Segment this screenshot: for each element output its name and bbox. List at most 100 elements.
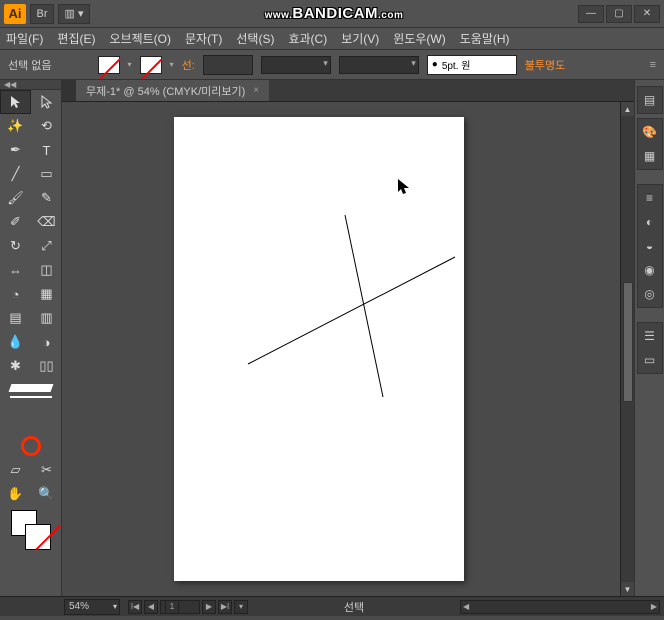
mesh-tool[interactable]: ▤ xyxy=(0,306,31,330)
stroke-preview xyxy=(0,378,61,434)
brush-preset-label: 5pt. 원 xyxy=(442,57,471,72)
tools-panel-grip[interactable]: ◀◀ xyxy=(0,80,61,90)
line-tool[interactable]: ╱ xyxy=(0,162,31,186)
scale-tool[interactable]: ⤢ xyxy=(31,234,62,258)
document-tabs: 무제-1* @ 54% (CMYK/미리보기) × xyxy=(62,80,634,102)
zoom-tool[interactable]: 🔍 xyxy=(31,482,62,506)
menu-text[interactable]: 문자(T) xyxy=(185,30,222,47)
zoom-select[interactable]: 54% xyxy=(64,599,120,615)
status-bar: 54% I◀ ◀ 1 ▶ ▶I ▾ 선택 ◀▶ xyxy=(0,596,664,616)
stroke-weight-input[interactable] xyxy=(203,55,253,75)
selection-status: 선택 없음 xyxy=(8,57,52,73)
watermark-suffix: .com xyxy=(378,10,403,21)
workspace: ◀◀ ✨ ⟲ ✒ T ╱ ▭ 🖌 ✎ ✐ ⌫ ↻ ⤢ ⇔ ◫ ◔ ▦ ▤ ▥ 💧… xyxy=(0,80,664,596)
perspective-grid-tool[interactable]: ▦ xyxy=(31,282,62,306)
canvas[interactable]: ▲ ▼ xyxy=(62,102,634,596)
scroll-down-arrow[interactable]: ▼ xyxy=(621,582,634,596)
artboard-number[interactable]: 1 xyxy=(160,600,200,614)
symbol-sprayer-tool[interactable]: ✱ xyxy=(0,354,31,378)
panel-swatches-icon[interactable]: ▦ xyxy=(641,147,659,165)
menu-select[interactable]: 선택(S) xyxy=(236,30,274,47)
tools-panel: ◀◀ ✨ ⟲ ✒ T ╱ ▭ 🖌 ✎ ✐ ⌫ ↻ ⤢ ⇔ ◫ ◔ ▦ ▤ ▥ 💧… xyxy=(0,80,62,596)
gradient-tool[interactable]: ▥ xyxy=(31,306,62,330)
arrange-documents-button[interactable]: ▥ ▾ xyxy=(58,4,90,24)
menu-edit[interactable]: 편집(E) xyxy=(57,30,95,47)
shape-builder-tool[interactable]: ◔ xyxy=(0,282,31,306)
control-bar-menu-icon[interactable]: ≡ xyxy=(650,59,656,71)
minimize-button[interactable]: — xyxy=(578,5,604,23)
stroke-color-box[interactable] xyxy=(25,524,51,550)
panel-graphic-styles-icon[interactable]: ◎ xyxy=(641,285,659,303)
nav-first[interactable]: I◀ xyxy=(128,600,142,614)
nav-menu[interactable]: ▾ xyxy=(234,600,248,614)
menu-help[interactable]: 도움말(H) xyxy=(460,30,510,47)
fill-stroke-control[interactable] xyxy=(11,510,51,550)
selection-tool[interactable] xyxy=(0,90,31,114)
cursor-icon xyxy=(397,178,411,201)
panel-color-icon[interactable]: 🎨 xyxy=(641,123,659,141)
fill-swatch[interactable] xyxy=(98,56,120,74)
document-area: 무제-1* @ 54% (CMYK/미리보기) × ▲ ▼ xyxy=(62,80,634,596)
artboard-tool[interactable]: ▱ xyxy=(0,458,31,482)
panel-artboards-icon[interactable]: ▭ xyxy=(641,351,659,369)
watermark: www.BANDICAM.com xyxy=(90,5,578,22)
panel-stroke-icon[interactable]: ≡ xyxy=(641,189,659,207)
rectangle-tool[interactable]: ▭ xyxy=(31,162,62,186)
zoom-value: 54% xyxy=(69,601,89,612)
stroke-swatch[interactable] xyxy=(140,56,162,74)
type-tool[interactable]: T xyxy=(31,138,62,162)
blob-brush-tool[interactable]: ✐ xyxy=(0,210,31,234)
scroll-thumb[interactable] xyxy=(623,282,633,402)
right-panels: ▤ 🎨 ▦ ≡ ◐ ◒ ◉ ◎ ☰ ▭ xyxy=(634,80,664,596)
title-bar: Ai Br ▥ ▾ www.BANDICAM.com — ▢ ✕ xyxy=(0,0,664,28)
lasso-tool[interactable]: ⟲ xyxy=(31,114,62,138)
menu-object[interactable]: 오브젝트(O) xyxy=(109,30,171,47)
stroke-dropdown-icon[interactable]: ▾ xyxy=(170,60,174,69)
free-transform-tool[interactable]: ◫ xyxy=(31,258,62,282)
menu-bar: 파일(F) 편집(E) 오브젝트(O) 문자(T) 선택(S) 효과(C) 보기… xyxy=(0,28,664,50)
maximize-button[interactable]: ▢ xyxy=(606,5,632,23)
rotate-tool[interactable]: ↻ xyxy=(0,234,31,258)
magic-wand-tool[interactable]: ✨ xyxy=(0,114,31,138)
panel-properties-icon[interactable]: ▤ xyxy=(641,91,659,109)
eyedropper-tool[interactable]: 💧 xyxy=(0,330,31,354)
menu-window[interactable]: 윈도우(W) xyxy=(393,30,445,47)
stroke-preview-thick xyxy=(8,384,53,392)
tab-grip[interactable] xyxy=(62,80,76,101)
document-tab[interactable]: 무제-1* @ 54% (CMYK/미리보기) × xyxy=(76,80,269,101)
nav-next[interactable]: ▶ xyxy=(202,600,216,614)
width-tool[interactable]: ⇔ xyxy=(0,258,31,282)
direct-selection-tool[interactable] xyxy=(31,90,62,114)
panel-layers-icon[interactable]: ☰ xyxy=(641,327,659,345)
column-graph-tool[interactable]: ▯▯ xyxy=(31,354,62,378)
watermark-prefix: www. xyxy=(265,10,293,21)
fill-dropdown-icon[interactable]: ▾ xyxy=(128,60,132,69)
horizontal-scrollbar[interactable]: ◀▶ xyxy=(460,600,660,614)
bridge-button[interactable]: Br xyxy=(30,4,54,24)
blend-tool[interactable]: ◑ xyxy=(31,330,62,354)
hand-tool[interactable]: ✋ xyxy=(0,482,31,506)
vertical-scrollbar[interactable]: ▲ ▼ xyxy=(620,102,634,596)
nav-prev[interactable]: ◀ xyxy=(144,600,158,614)
color-preview-circle xyxy=(21,436,41,456)
brush-preset[interactable]: ● 5pt. 원 xyxy=(427,55,517,75)
slice-tool[interactable]: ✂ xyxy=(31,458,62,482)
document-tab-close[interactable]: × xyxy=(253,85,259,96)
pen-tool[interactable]: ✒ xyxy=(0,138,31,162)
watermark-main: BANDICAM xyxy=(292,5,378,22)
panel-gradient-icon[interactable]: ◐ xyxy=(641,213,659,231)
menu-file[interactable]: 파일(F) xyxy=(6,30,43,47)
nav-last[interactable]: ▶I xyxy=(218,600,232,614)
close-button[interactable]: ✕ xyxy=(634,5,660,23)
eraser-tool[interactable]: ⌫ xyxy=(31,210,62,234)
paintbrush-tool[interactable]: 🖌 xyxy=(0,186,31,210)
panel-appearance-icon[interactable]: ◉ xyxy=(641,261,659,279)
status-center: 선택 xyxy=(248,599,460,615)
pencil-tool[interactable]: ✎ xyxy=(31,186,62,210)
panel-transparency-icon[interactable]: ◒ xyxy=(641,237,659,255)
variable-width-profile[interactable] xyxy=(261,56,331,74)
menu-effect[interactable]: 효과(C) xyxy=(288,30,327,47)
menu-view[interactable]: 보기(V) xyxy=(341,30,379,47)
scroll-up-arrow[interactable]: ▲ xyxy=(621,102,634,116)
brush-definition[interactable] xyxy=(339,56,419,74)
